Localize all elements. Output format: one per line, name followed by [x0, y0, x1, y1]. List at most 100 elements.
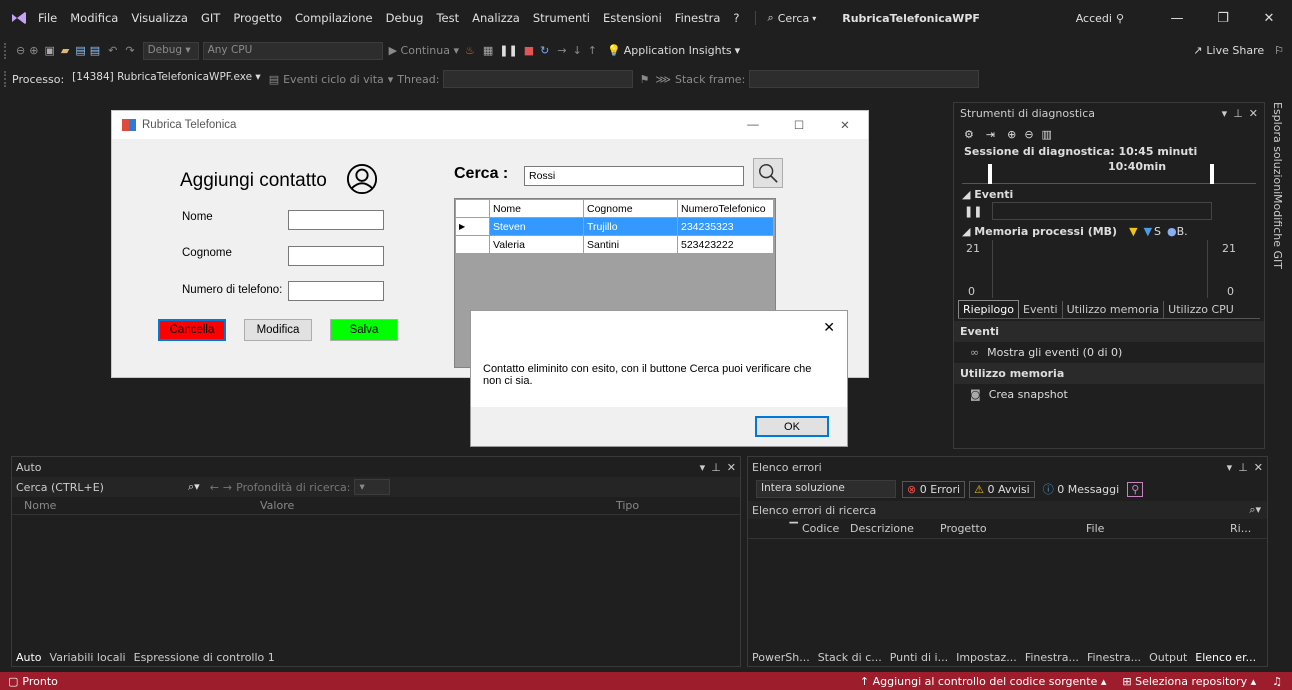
column-valore[interactable]: Valore: [256, 499, 612, 512]
restart-icon[interactable]: ↻: [540, 44, 549, 57]
close-icon[interactable]: ✕: [1249, 107, 1258, 120]
tab-breakpoints[interactable]: Punti di i...: [890, 651, 948, 664]
dropdown-icon[interactable]: ▾: [1222, 107, 1228, 120]
side-tab-git-changes[interactable]: Modifiche GIT: [1271, 194, 1284, 269]
cognome-field[interactable]: [288, 246, 384, 266]
hot-reload-icon[interactable]: ♨: [465, 44, 475, 57]
column-header-nome[interactable]: Nome: [489, 199, 584, 218]
forward-icon[interactable]: →: [223, 481, 232, 494]
source-control-button[interactable]: ↑ Aggiungi al controllo del codice sorge…: [860, 675, 1107, 688]
tab-window-2[interactable]: Finestra...: [1087, 651, 1141, 664]
column-file[interactable]: File: [1086, 522, 1230, 535]
grid-cell[interactable]: Santini: [583, 235, 678, 254]
new-item-icon[interactable]: ▣: [44, 44, 54, 57]
search-button[interactable]: [753, 158, 783, 188]
stop-icon[interactable]: ■: [524, 44, 534, 57]
minimize-icon[interactable]: —: [1154, 11, 1200, 26]
menu-progetto[interactable]: Progetto: [233, 11, 282, 25]
restore-icon[interactable]: ❐: [1200, 11, 1246, 26]
grid-cell[interactable]: Steven: [489, 217, 584, 236]
menu-help[interactable]: ?: [733, 11, 739, 25]
column-descrizione[interactable]: Descrizione: [850, 522, 940, 535]
tab-powershell[interactable]: PowerSh...: [752, 651, 810, 664]
close-icon[interactable]: ✕: [1246, 11, 1292, 26]
nome-field[interactable]: [288, 210, 384, 230]
configuration-select[interactable]: Debug ▾: [142, 41, 199, 60]
pause-icon[interactable]: ❚❚: [499, 44, 517, 57]
modifica-button[interactable]: Modifica: [244, 319, 312, 341]
feedback-icon[interactable]: ⚐: [1274, 44, 1284, 57]
search-icon[interactable]: ⌕▾: [188, 480, 200, 494]
back-icon[interactable]: ⊖: [16, 44, 25, 57]
export-icon[interactable]: ⇥: [986, 128, 995, 141]
close-icon[interactable]: ✕: [1254, 461, 1263, 474]
grid-cell[interactable]: 523423222: [677, 235, 774, 254]
pin-icon[interactable]: ⊥: [1233, 107, 1243, 120]
column-header-cognome[interactable]: Cognome: [583, 199, 678, 218]
account-icon[interactable]: ⚲: [1116, 12, 1124, 25]
forward-icon[interactable]: ⊕: [29, 44, 38, 57]
menu-analizza[interactable]: Analizza: [472, 11, 520, 25]
messages-filter-button[interactable]: ⓘ 0 Messaggi: [1039, 480, 1123, 498]
save-all-icon[interactable]: ▤: [90, 44, 100, 57]
flag-icon[interactable]: ⚑: [639, 73, 649, 86]
lifecycle-events-button[interactable]: Eventi ciclo di vita: [283, 73, 384, 86]
filter-icon[interactable]: ⚲: [1127, 481, 1144, 497]
pin-icon[interactable]: ⊥: [1238, 461, 1248, 474]
notifications-icon[interactable]: ♫: [1272, 675, 1282, 688]
menu-strumenti[interactable]: Strumenti: [533, 11, 590, 25]
thread-select[interactable]: [443, 70, 634, 88]
chart-icon[interactable]: ▥: [1042, 128, 1052, 141]
tab-call-stack[interactable]: Stack di c...: [818, 651, 882, 664]
maximize-icon[interactable]: ☐: [776, 118, 822, 132]
platform-select[interactable]: Any CPU: [202, 41, 383, 60]
open-folder-icon[interactable]: ▰: [61, 44, 69, 57]
menu-compilazione[interactable]: Compilazione: [295, 11, 373, 25]
stack-frame-select[interactable]: [749, 70, 980, 88]
column-type[interactable]: ▔: [748, 522, 802, 535]
row-selector-icon[interactable]: ▶: [455, 217, 490, 236]
zoom-out-icon[interactable]: ⊖: [1024, 128, 1033, 141]
menu-estensioni[interactable]: Estensioni: [603, 11, 662, 25]
menu-finestra[interactable]: Finestra: [675, 11, 721, 25]
memory-section[interactable]: ◢ Memoria processi (MB) ▼ ▼ S ● B.: [954, 221, 1264, 238]
toolbar-grip[interactable]: [4, 71, 8, 87]
salva-button[interactable]: Salva: [330, 319, 398, 341]
table-row[interactable]: Valeria Santini 523423222: [455, 235, 774, 254]
errors-filter-button[interactable]: ⊗ 0 Errori: [902, 480, 966, 498]
back-icon[interactable]: ←: [210, 481, 219, 494]
diagnostic-icon[interactable]: ▦: [483, 44, 493, 57]
tab-error-list[interactable]: Elenco er...: [1195, 651, 1256, 664]
tab-utilizzo-memoria[interactable]: Utilizzo memoria: [1063, 300, 1165, 318]
search-input[interactable]: Rossi: [524, 166, 744, 186]
close-icon[interactable]: ✕: [823, 319, 835, 336]
step-into-icon[interactable]: ↓: [573, 44, 582, 57]
menu-git[interactable]: GIT: [201, 11, 220, 25]
cancella-button[interactable]: Cancella: [158, 319, 226, 341]
tab-auto[interactable]: Auto: [16, 651, 42, 664]
depth-select[interactable]: ▾: [354, 479, 391, 495]
tab-riepilogo[interactable]: Riepilogo: [958, 300, 1020, 318]
step-out-icon[interactable]: ↑: [588, 44, 597, 57]
column-codice[interactable]: Codice: [802, 522, 850, 535]
take-snapshot-link[interactable]: ◙ Crea snapshot: [954, 384, 1264, 405]
tab-espressione-controllo[interactable]: Espressione di controllo 1: [134, 651, 275, 664]
close-icon[interactable]: ✕: [727, 461, 736, 474]
column-tipo[interactable]: Tipo: [612, 499, 639, 512]
show-events-link[interactable]: ∞ Mostra gli eventi (0 di 0): [954, 342, 1264, 363]
numero-field[interactable]: [288, 281, 384, 301]
auto-search-input[interactable]: Cerca (CTRL+E): [16, 481, 188, 494]
grid-cell[interactable]: Trujillo: [583, 217, 678, 236]
dropdown-icon[interactable]: ▾: [1227, 461, 1233, 474]
continue-button[interactable]: ▶ Continua ▾: [389, 44, 459, 57]
grid-cell[interactable]: Valeria: [489, 235, 584, 254]
warnings-filter-button[interactable]: ⚠ 0 Avvisi: [969, 480, 1035, 498]
tab-utilizzo-cpu[interactable]: Utilizzo CPU: [1164, 301, 1238, 318]
scope-select[interactable]: Intera soluzione: [756, 480, 896, 498]
pause-icon[interactable]: ❚❚: [964, 205, 982, 218]
process-select[interactable]: [14384] RubricaTelefonicaWPF.exe ▾: [68, 70, 265, 88]
undo-icon[interactable]: ↶: [108, 44, 117, 57]
zoom-in-icon[interactable]: ⊕: [1007, 128, 1016, 141]
table-row[interactable]: ▶ Steven Trujillo 234235323: [455, 217, 774, 236]
redo-icon[interactable]: ↷: [125, 44, 134, 57]
